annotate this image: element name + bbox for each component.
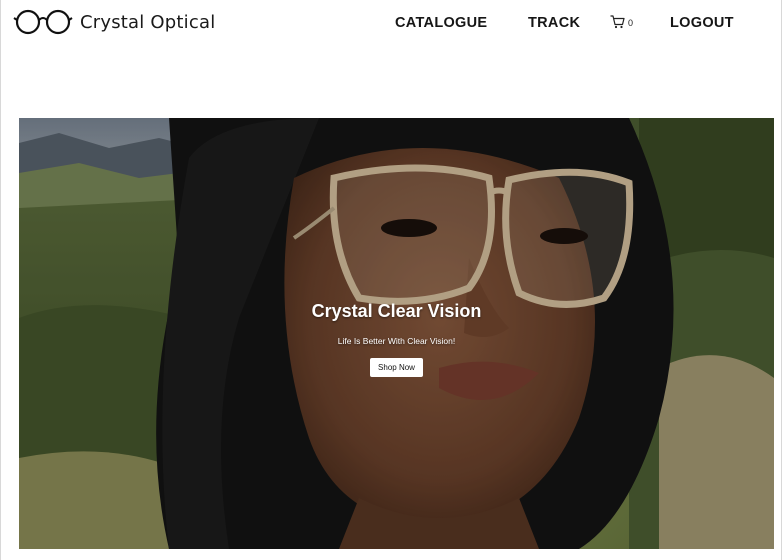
hero-subtitle: Life Is Better With Clear Vision!	[337, 336, 456, 346]
hero-banner: Crystal Clear Vision Life Is Better With…	[19, 118, 774, 549]
page: Crystal Optical CATALOGUE TRACK 0 LOGOUT	[0, 0, 782, 560]
hero-title: Crystal Clear Vision	[311, 301, 482, 321]
brand-name: Crystal Optical	[80, 11, 216, 33]
site-header: Crystal Optical CATALOGUE TRACK 0 LOGOUT	[1, 0, 782, 48]
cart-count: 0	[628, 18, 634, 28]
nav-catalogue[interactable]: CATALOGUE	[395, 15, 487, 31]
shop-now-button[interactable]: Shop Now	[370, 358, 423, 377]
nav-logout[interactable]: LOGOUT	[670, 15, 734, 31]
cart-button[interactable]: 0	[610, 15, 633, 29]
nav-track[interactable]: TRACK	[528, 15, 580, 31]
glasses-icon	[13, 9, 73, 35]
hero-content: Crystal Clear Vision Life Is Better With…	[19, 301, 774, 377]
cart-icon	[610, 15, 625, 29]
brand-logo[interactable]: Crystal Optical	[13, 9, 215, 35]
